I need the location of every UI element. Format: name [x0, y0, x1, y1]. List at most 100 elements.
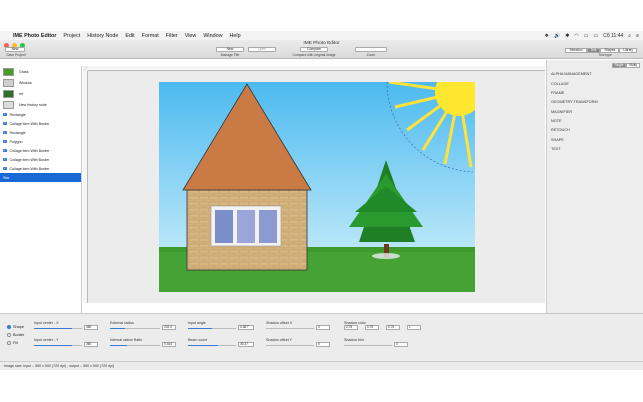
- new-project-button[interactable]: New: [5, 47, 25, 52]
- effect-text[interactable]: TEXT: [551, 147, 561, 151]
- zoom-slider[interactable]: [355, 47, 387, 52]
- slider-fill: [34, 328, 72, 329]
- layer-label: Polygon: [9, 139, 23, 144]
- value-field[interactable]: 0.75: [365, 325, 379, 330]
- shadow-blur-control: Shadow blur 0: [344, 338, 414, 347]
- flag-icon[interactable]: ▭: [584, 33, 589, 39]
- layer-visibility-checkbox[interactable]: ✓: [3, 148, 7, 153]
- layer-thumbnail: [3, 78, 14, 87]
- value-field[interactable]: 202.0: [162, 325, 176, 330]
- layer-item[interactable]: ✓ Rectangle: [0, 128, 81, 137]
- menu-format[interactable]: Format: [142, 33, 159, 39]
- layer-visibility-checkbox[interactable]: ✓: [3, 166, 7, 171]
- radio-label: Border: [13, 333, 25, 337]
- menu-list-icon[interactable]: ≡: [636, 33, 639, 39]
- layer-visibility-checkbox[interactable]: ✓: [3, 130, 7, 135]
- effect-shape[interactable]: SHAPE: [551, 138, 564, 142]
- open-file-button[interactable]: Open: [248, 47, 276, 52]
- slider-fill: [188, 328, 212, 329]
- shadow-color-control: Shadow color 0.75 0.75 0.75 1: [344, 321, 434, 330]
- effect-geometry-transform[interactable]: GEOMETRY TRANSFORM: [551, 100, 598, 104]
- clock[interactable]: Сб 11:44: [603, 33, 623, 39]
- layer-visibility-checkbox[interactable]: ✓: [3, 139, 7, 144]
- menu-window[interactable]: Window: [203, 33, 222, 39]
- radio-fill[interactable]: Fill: [7, 341, 18, 345]
- input-center-x-control: Input center - X 360: [34, 321, 102, 330]
- layer-thumbnail: [3, 67, 14, 76]
- tool-selection[interactable]: Selection: [565, 48, 587, 53]
- vertical-ruler: [83, 71, 88, 303]
- layer-visibility-checkbox[interactable]: ✓: [3, 121, 7, 126]
- artwork-image: [159, 82, 475, 292]
- layer-label: ref: [19, 91, 24, 96]
- layer-item[interactable]: ✓ Collage item With Border: [0, 164, 81, 173]
- dropbox-icon[interactable]: ❖: [544, 33, 548, 39]
- new-file-button[interactable]: New: [216, 47, 244, 52]
- layer-item[interactable]: ✓ Collage item With Border: [0, 119, 81, 128]
- slider-fill: [110, 345, 127, 346]
- bluetooth-icon[interactable]: ✱: [565, 33, 569, 39]
- radio-border[interactable]: Border: [7, 333, 24, 337]
- slider-track[interactable]: [344, 345, 392, 346]
- radio-label: Shape: [13, 325, 24, 329]
- compare-button[interactable]: Compare: [300, 47, 328, 52]
- value-field[interactable]: 30.37: [238, 342, 254, 347]
- layer-thumbnail: [3, 89, 14, 98]
- search-icon[interactable]: ⌕: [628, 33, 631, 39]
- value-field[interactable]: 360: [84, 325, 98, 330]
- layer-item[interactable]: Star: [0, 173, 81, 182]
- layer-item[interactable]: Window: [0, 77, 81, 88]
- layer-label: Collage item With Border: [9, 166, 50, 171]
- menu-app[interactable]: IME Photo Editor: [13, 33, 56, 39]
- effect-alpha-management[interactable]: ALPHA MANAGEMENT: [551, 72, 592, 76]
- battery-icon[interactable]: ▭: [594, 33, 599, 39]
- layer-item[interactable]: ✓ Collage item With Border: [0, 155, 81, 164]
- layer-item[interactable]: ✓ Collage item With Border: [0, 146, 81, 155]
- effect-retouch[interactable]: RETOUCH: [551, 128, 570, 132]
- layer-item[interactable]: ✓ Rectangle: [0, 110, 81, 119]
- volume-icon[interactable]: 🔊: [554, 33, 560, 39]
- layer-item[interactable]: New history node: [0, 99, 81, 110]
- value-field[interactable]: 0.344: [162, 342, 176, 347]
- value-field[interactable]: 1: [407, 325, 421, 330]
- horizontal-ruler: [88, 66, 545, 71]
- value-field[interactable]: 0: [394, 342, 408, 347]
- input-center-y-control: Input center - Y 360: [34, 338, 102, 347]
- layer-item[interactable]: ref: [0, 88, 81, 99]
- effects-mode-tabs: Single Multy: [611, 63, 640, 68]
- value-field[interactable]: 0: [316, 325, 330, 330]
- slider-track[interactable]: [266, 328, 314, 329]
- value-field[interactable]: 360: [84, 342, 98, 347]
- menu-view[interactable]: View: [185, 33, 197, 39]
- save-project-label[interactable]: Save Project: [4, 53, 28, 57]
- layer-visibility-checkbox[interactable]: ✓: [3, 112, 7, 117]
- value-field[interactable]: 0.75: [344, 325, 358, 330]
- menu-filter[interactable]: Filter: [166, 33, 178, 39]
- menu-history-node[interactable]: History Node: [87, 33, 118, 39]
- effect-frame[interactable]: FRAME: [551, 91, 564, 95]
- status-menu: ❖ 🔊 ✱ ◠ ▭ ▭ Сб 11:44 ⌕ ≡: [544, 31, 639, 40]
- layer-visibility-checkbox[interactable]: ✓: [3, 157, 7, 162]
- effect-collage[interactable]: COLLAGE: [551, 82, 569, 86]
- tool-library[interactable]: Library: [619, 48, 637, 53]
- layer-item[interactable]: Grass: [0, 66, 81, 77]
- menu-project[interactable]: Project: [63, 33, 80, 39]
- menu-help[interactable]: Help: [230, 33, 241, 39]
- value-field[interactable]: 0: [316, 342, 330, 347]
- value-field[interactable]: 0.75: [386, 325, 400, 330]
- artwork-canvas[interactable]: [159, 82, 475, 292]
- tab-single[interactable]: Single: [611, 63, 627, 68]
- layer-label: New history node: [19, 102, 47, 107]
- value-field[interactable]: 0.387°: [238, 325, 254, 330]
- shadow-offset-x-control: Shadow offset X 0: [266, 321, 334, 330]
- effect-magnifier[interactable]: MAGNIFIER: [551, 110, 572, 114]
- tab-multy[interactable]: Multy: [626, 63, 640, 68]
- effect-note[interactable]: NOTE: [551, 119, 562, 123]
- menu-edit[interactable]: Edit: [125, 33, 134, 39]
- wifi-icon[interactable]: ◠: [574, 33, 578, 39]
- radio-shape[interactable]: Shape: [7, 325, 24, 329]
- layer-label: Collage item With Border: [9, 157, 50, 162]
- slider-track[interactable]: [266, 345, 314, 346]
- layer-label: Window: [19, 80, 32, 85]
- layer-item[interactable]: ✓ Polygon: [0, 137, 81, 146]
